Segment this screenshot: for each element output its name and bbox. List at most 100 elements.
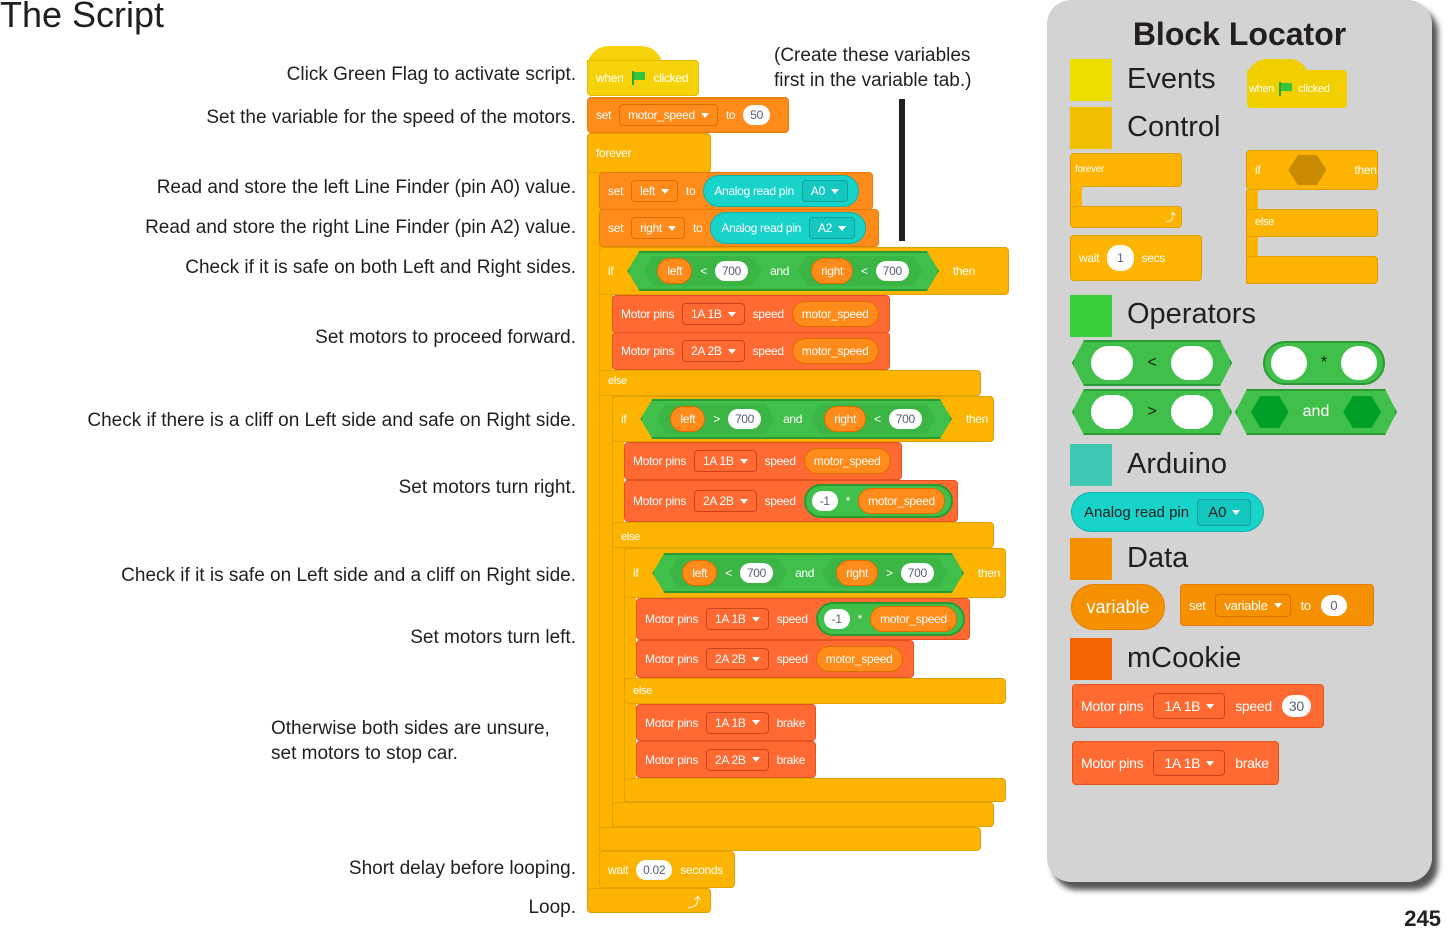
value-input[interactable]: 0 bbox=[1320, 594, 1347, 616]
variable-dropdown[interactable]: motor_speed bbox=[619, 104, 718, 126]
motor-speed-reporter[interactable]: motor_speed bbox=[870, 606, 957, 632]
if-block-cliff-left[interactable]: if left >700 and right <700 then bbox=[612, 396, 994, 442]
locator-and-operator[interactable]: and bbox=[1235, 389, 1397, 435]
and-operator[interactable]: left <700 and right >700 bbox=[652, 553, 963, 593]
pins-dropdown[interactable]: 2A 2B bbox=[706, 748, 769, 771]
threshold-input[interactable]: 700 bbox=[901, 563, 934, 583]
pin-dropdown[interactable]: A0 bbox=[801, 180, 848, 202]
operand-slot[interactable] bbox=[1171, 346, 1213, 380]
multiply-operator[interactable]: -1 * motor_speed bbox=[815, 602, 965, 636]
forever-block[interactable]: forever bbox=[587, 133, 711, 173]
pins-dropdown[interactable]: 2A 2B bbox=[694, 490, 757, 512]
threshold-input[interactable]: 700 bbox=[715, 261, 748, 281]
and-operator[interactable]: left <700 and right <700 bbox=[627, 251, 938, 291]
pins-dropdown[interactable]: 1A 1B bbox=[706, 608, 769, 630]
pins-dropdown[interactable]: 2A 2B bbox=[682, 340, 745, 362]
locator-greater-than-operator[interactable]: > bbox=[1072, 389, 1232, 435]
lt-operator-left[interactable]: left <700 bbox=[668, 558, 787, 588]
operand-slot[interactable] bbox=[1171, 395, 1213, 429]
left-reporter[interactable]: left bbox=[670, 406, 705, 432]
operand-slot[interactable] bbox=[1341, 346, 1377, 380]
if-block-safe-both[interactable]: if left <700 and right <700 then bbox=[599, 247, 1009, 295]
speed-value-input[interactable]: 50 bbox=[743, 105, 771, 125]
threshold-input[interactable]: 700 bbox=[728, 409, 761, 429]
pin-dropdown[interactable]: A0 bbox=[1197, 498, 1252, 526]
variable-dropdown[interactable]: variable bbox=[1215, 593, 1291, 617]
when-flag-clicked-block[interactable]: when clicked bbox=[587, 60, 699, 96]
multiplier-input[interactable]: -1 bbox=[823, 609, 850, 629]
motor-2a2b-right-block[interactable]: Motor pins 2A 2B speed -1 * motor_speed bbox=[624, 480, 958, 522]
motor-speed-reporter[interactable]: motor_speed bbox=[815, 646, 903, 672]
locator-analog-read-block[interactable]: Analog read pin A0 bbox=[1071, 492, 1265, 532]
pins-dropdown[interactable]: 1A 1B bbox=[706, 711, 769, 734]
pins-dropdown[interactable]: 1A 1B bbox=[1153, 750, 1226, 776]
wait-value-input[interactable]: 0.02 bbox=[636, 859, 673, 880]
right-reporter[interactable]: right bbox=[836, 560, 878, 586]
operand-slot[interactable] bbox=[1091, 395, 1133, 429]
threshold-input[interactable]: 700 bbox=[889, 409, 922, 429]
right-reporter[interactable]: right bbox=[824, 406, 866, 432]
set-right-block[interactable]: set right to Analog read pin A2 bbox=[599, 209, 879, 247]
lt-operator-right[interactable]: right <700 bbox=[797, 256, 923, 286]
analog-read-reporter[interactable]: Analog read pin A2 bbox=[710, 212, 867, 244]
locator-forever-block[interactable]: forever bbox=[1070, 153, 1182, 187]
multiplier-input[interactable]: -1 bbox=[811, 491, 838, 511]
if-label: if bbox=[608, 264, 614, 278]
locator-variable-reporter[interactable]: variable bbox=[1071, 584, 1165, 630]
operand-slot[interactable] bbox=[1091, 346, 1133, 380]
left-reporter[interactable]: left bbox=[657, 258, 692, 284]
wait-value-input[interactable]: 1 bbox=[1107, 245, 1134, 271]
motor-1a1b-forward-block[interactable]: Motor pins 1A 1B speed motor_speed bbox=[612, 295, 890, 333]
threshold-input[interactable]: 700 bbox=[876, 261, 909, 281]
pins-dropdown[interactable]: 1A 1B bbox=[694, 450, 757, 472]
and-label: and bbox=[795, 566, 815, 580]
if-block-cliff-right[interactable]: if left <700 and right >700 then bbox=[624, 548, 1006, 598]
gt-operator-left[interactable]: left >700 bbox=[656, 404, 775, 434]
motor-speed-reporter[interactable]: motor_speed bbox=[791, 301, 879, 327]
set-left-block[interactable]: set left to Analog read pin A0 bbox=[599, 172, 873, 210]
pins-dropdown[interactable]: 2A 2B bbox=[706, 648, 769, 670]
variable-dropdown[interactable]: left bbox=[631, 180, 678, 202]
motor-2a2b-forward-block[interactable]: Motor pins 2A 2B speed motor_speed bbox=[612, 332, 890, 370]
locator-less-than-operator[interactable]: < bbox=[1072, 340, 1232, 386]
motor-speed-reporter[interactable]: motor_speed bbox=[858, 488, 945, 514]
pins-dropdown[interactable]: 1A 1B bbox=[1153, 693, 1226, 719]
variable-dropdown[interactable]: right bbox=[631, 217, 685, 239]
pins-dropdown[interactable]: 1A 1B bbox=[682, 303, 745, 325]
locator-if-else-block[interactable]: if then bbox=[1246, 150, 1378, 190]
multiply-operator[interactable]: -1 * motor_speed bbox=[803, 484, 953, 518]
locator-motor-speed-block[interactable]: Motor pins 1A 1B speed 30 bbox=[1072, 684, 1324, 728]
locator-set-variable-block[interactable]: set variable to 0 bbox=[1180, 584, 1374, 626]
right-reporter[interactable]: right bbox=[811, 258, 853, 284]
motor-2a2b-brake-block[interactable]: Motor pins 2A 2B brake bbox=[636, 741, 816, 778]
left-reporter[interactable]: left bbox=[682, 560, 717, 586]
gt-operator-right[interactable]: right >700 bbox=[822, 558, 948, 588]
locator-wait-block[interactable]: wait 1 secs bbox=[1070, 235, 1202, 281]
operand-slot[interactable] bbox=[1271, 346, 1307, 380]
condition-slot[interactable] bbox=[1288, 155, 1327, 185]
locator-when-flag-block[interactable]: when clicked bbox=[1247, 70, 1347, 108]
threshold-input[interactable]: 700 bbox=[740, 563, 773, 583]
speed-value-input[interactable]: 30 bbox=[1281, 695, 1311, 717]
lt-operator-left[interactable]: left <700 bbox=[643, 256, 762, 286]
then-label: then bbox=[952, 264, 976, 278]
dropdown-arrow-icon bbox=[751, 616, 760, 622]
motor-speed-reporter[interactable]: motor_speed bbox=[803, 448, 891, 474]
condition-slot[interactable] bbox=[1343, 396, 1381, 428]
motor-1a1b-right-block[interactable]: Motor pins 1A 1B speed motor_speed bbox=[624, 442, 902, 480]
pin-dropdown[interactable]: A2 bbox=[808, 217, 856, 239]
motor-1a1b-brake-block[interactable]: Motor pins 1A 1B brake bbox=[636, 704, 816, 741]
motor-speed-reporter[interactable]: motor_speed bbox=[791, 338, 879, 364]
set-motor-speed-block[interactable]: set motor_speed to 50 bbox=[587, 97, 789, 133]
locator-motor-brake-block[interactable]: Motor pins 1A 1B brake bbox=[1072, 741, 1279, 785]
dropdown-arrow-icon bbox=[838, 225, 847, 231]
wait-block[interactable]: wait 0.02 seconds bbox=[599, 851, 735, 888]
analog-read-reporter[interactable]: Analog read pin A0 bbox=[703, 175, 859, 207]
lt-operator-right[interactable]: right <700 bbox=[810, 404, 936, 434]
and-operator[interactable]: left >700 and right <700 bbox=[640, 399, 951, 439]
motor-2a2b-left-block[interactable]: Motor pins 2A 2B speed motor_speed bbox=[636, 640, 914, 678]
condition-slot[interactable] bbox=[1251, 396, 1289, 428]
annotation-loop: Loop. bbox=[528, 897, 576, 918]
motor-1a1b-left-block[interactable]: Motor pins 1A 1B speed -1 * motor_speed bbox=[636, 598, 970, 640]
locator-multiply-operator[interactable]: * bbox=[1263, 341, 1385, 385]
